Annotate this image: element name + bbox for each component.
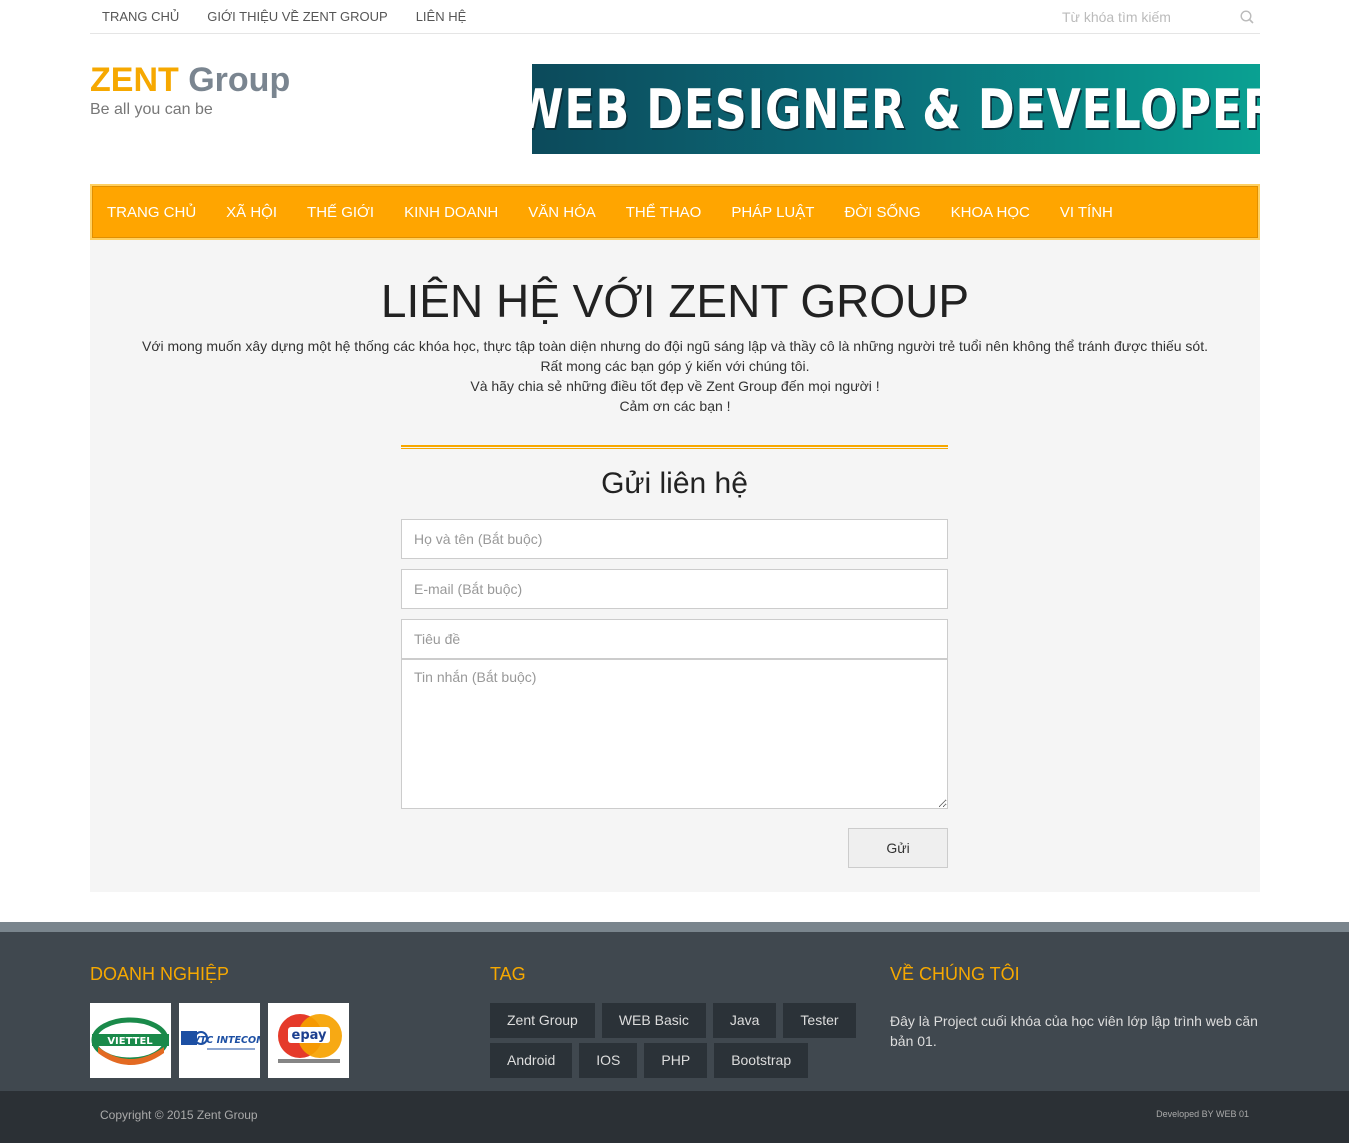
tag-item[interactable]: Java [712,1003,777,1038]
contact-form: Gửi liên hệ Gửi [401,445,948,868]
search-icon[interactable] [1240,10,1254,24]
tag-list: Zent Group WEB Basic Java Tester Android… [490,1003,870,1083]
tag-item[interactable]: IOS [579,1043,638,1078]
contact-intro: Với mong muốn xây dựng một hệ thống các … [90,336,1260,416]
site-footer: DOANH NGHIỆP VIETTEL VTC INTECOM epay TA… [0,922,1349,1091]
top-bar: TRANG CHỦ GIỚI THIỆU VỀ ZENT GROUP LIÊN … [90,0,1260,34]
menu-item-business[interactable]: KINH DOANH [404,204,498,221]
menu-item-home[interactable]: TRANG CHỦ [107,204,196,221]
partner-logos: VIETTEL VTC INTECOM epay [90,1003,357,1078]
about-text: Đây là Project cuối khóa của học viên lớ… [890,1013,1258,1049]
contact-section: LIÊN HỆ VỚI ZENT GROUP Với mong muốn xây… [90,240,1260,892]
tag-item[interactable]: Bootstrap [714,1043,809,1078]
about-title: VỀ CHÚNG TÔI [890,964,1020,984]
viettel-logo: VIETTEL [91,1017,169,1065]
top-nav-contact[interactable]: LIÊN HỆ [416,9,467,24]
message-field[interactable] [401,659,948,809]
copyright-text: Copyright © 2015 Zent Group [100,1108,258,1122]
top-nav: TRANG CHỦ GIỚI THIỆU VỀ ZENT GROUP LIÊN … [102,9,494,24]
tags-title: TAG [490,964,526,984]
intro-line: Và hãy chia sẻ những điều tốt đẹp về Zen… [470,378,880,394]
form-divider [401,445,948,449]
vtc-logo-text: VTC INTECOM [192,1035,260,1046]
menu-item-science[interactable]: KHOA HỌC [951,204,1030,221]
menu-item-sports[interactable]: THỂ THAO [626,204,702,221]
tag-item[interactable]: WEB Basic [601,1003,706,1038]
partner-logo-viettel[interactable]: VIETTEL [90,1003,171,1078]
name-field[interactable] [401,519,948,559]
bottom-bar: Copyright © 2015 Zent Group Developed BY… [0,1091,1349,1143]
page-title: LIÊN HỆ VỚI ZENT GROUP [380,275,970,327]
footer-partners: DOANH NGHIỆP VIETTEL VTC INTECOM epay [90,964,357,1078]
footer-about: VỀ CHÚNG TÔI Đây là Project cuối khóa củ… [890,964,1260,1051]
top-nav-home[interactable]: TRANG CHỦ [102,9,179,24]
menu-item-culture[interactable]: VĂN HÓA [528,204,596,221]
menu-item-law[interactable]: PHÁP LUẬT [731,204,814,221]
search-box [1050,6,1260,28]
tag-item[interactable]: Tester [783,1003,856,1038]
developed-by-text: Developed BY WEB 01 [1156,1109,1249,1119]
menu-item-society[interactable]: XÃ HỘI [226,204,277,221]
form-heading: Gửi liên hệ [601,467,748,500]
tag-item[interactable]: Zent Group [490,1003,595,1038]
top-nav-about[interactable]: GIỚI THIỆU VỀ ZENT GROUP [207,9,387,24]
send-button[interactable]: Gửi [848,828,948,868]
tag-item[interactable]: Android [490,1043,573,1078]
menu-item-life[interactable]: ĐỜI SỐNG [844,204,920,221]
partner-logo-epay[interactable]: epay [268,1003,349,1078]
viettel-logo-text: VIETTEL [107,1036,153,1047]
main-menu: TRANG CHỦ XÃ HỘI THẾ GIỚI KINH DOANH VĂN… [90,184,1260,240]
partner-logo-vtc[interactable]: VTC INTECOM [179,1003,260,1078]
site-tagline: Be all you can be [90,101,213,118]
intro-line: Rất mong các bạn góp ý kiến với chúng tô… [540,358,810,374]
email-field[interactable] [401,569,948,609]
logo-accent-text: ZENT [90,61,179,99]
epay-logo-text: epay [292,1028,327,1043]
intro-line: Với mong muốn xây dựng một hệ thống các … [141,338,1208,354]
subject-field[interactable] [401,619,948,659]
site-logo[interactable]: ZENT Group [90,60,290,100]
footer-tags: TAG Zent Group WEB Basic Java Tester And… [490,964,870,1083]
epay-logo: epay [278,1014,342,1063]
partners-title: DOANH NGHIỆP [90,964,230,984]
banner-text: WEB DESIGNER & DEVELOPER [532,77,1260,141]
vtc-intecom-logo: VTC INTECOM [181,1031,260,1050]
logo-text: Group [188,61,291,99]
menu-item-computing[interactable]: VI TÍNH [1060,204,1113,221]
intro-line: Cảm ơn các bạn ! [619,398,731,414]
header-banner[interactable]: WEB DESIGNER & DEVELOPER [532,64,1260,154]
tag-item[interactable]: PHP [644,1043,708,1078]
menu-item-world[interactable]: THẾ GIỚI [307,204,374,221]
site-brand[interactable]: ZENT Group Be all you can be [90,60,290,119]
search-input[interactable] [1050,6,1260,28]
